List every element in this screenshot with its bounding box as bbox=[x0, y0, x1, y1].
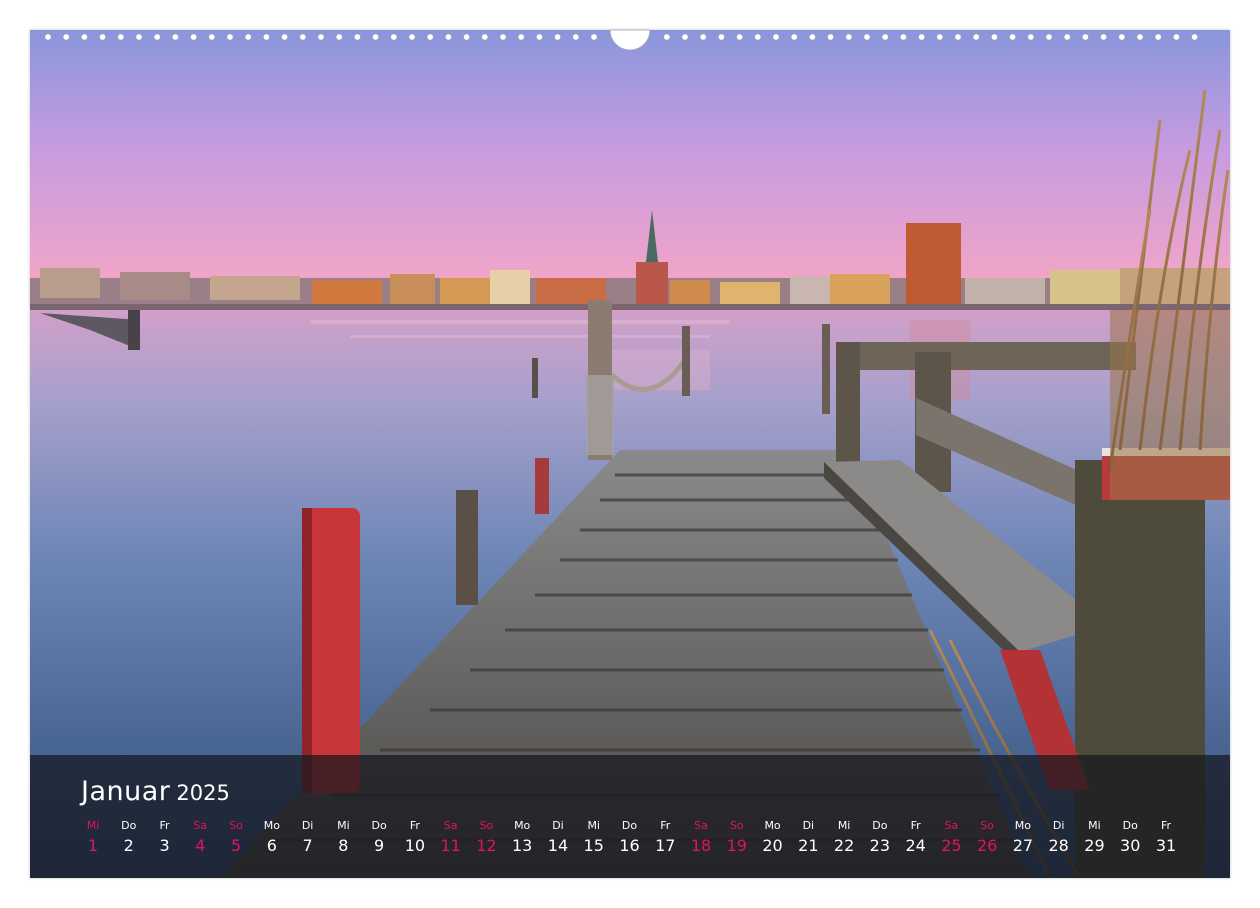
calendar-page: Januar2025 Mi1Do2Fr3Sa4So5Mo6Di7Mi8Do9Fr… bbox=[0, 0, 1260, 908]
photo bbox=[30, 30, 1230, 878]
month-year: 2025 bbox=[176, 781, 229, 805]
harbour-dock-photo bbox=[30, 30, 1230, 878]
month-title: Januar2025 bbox=[81, 776, 230, 807]
sky bbox=[30, 30, 1230, 295]
calendar-band bbox=[30, 755, 1230, 878]
reed-bed bbox=[1110, 310, 1230, 500]
month-name: Januar bbox=[81, 776, 170, 807]
